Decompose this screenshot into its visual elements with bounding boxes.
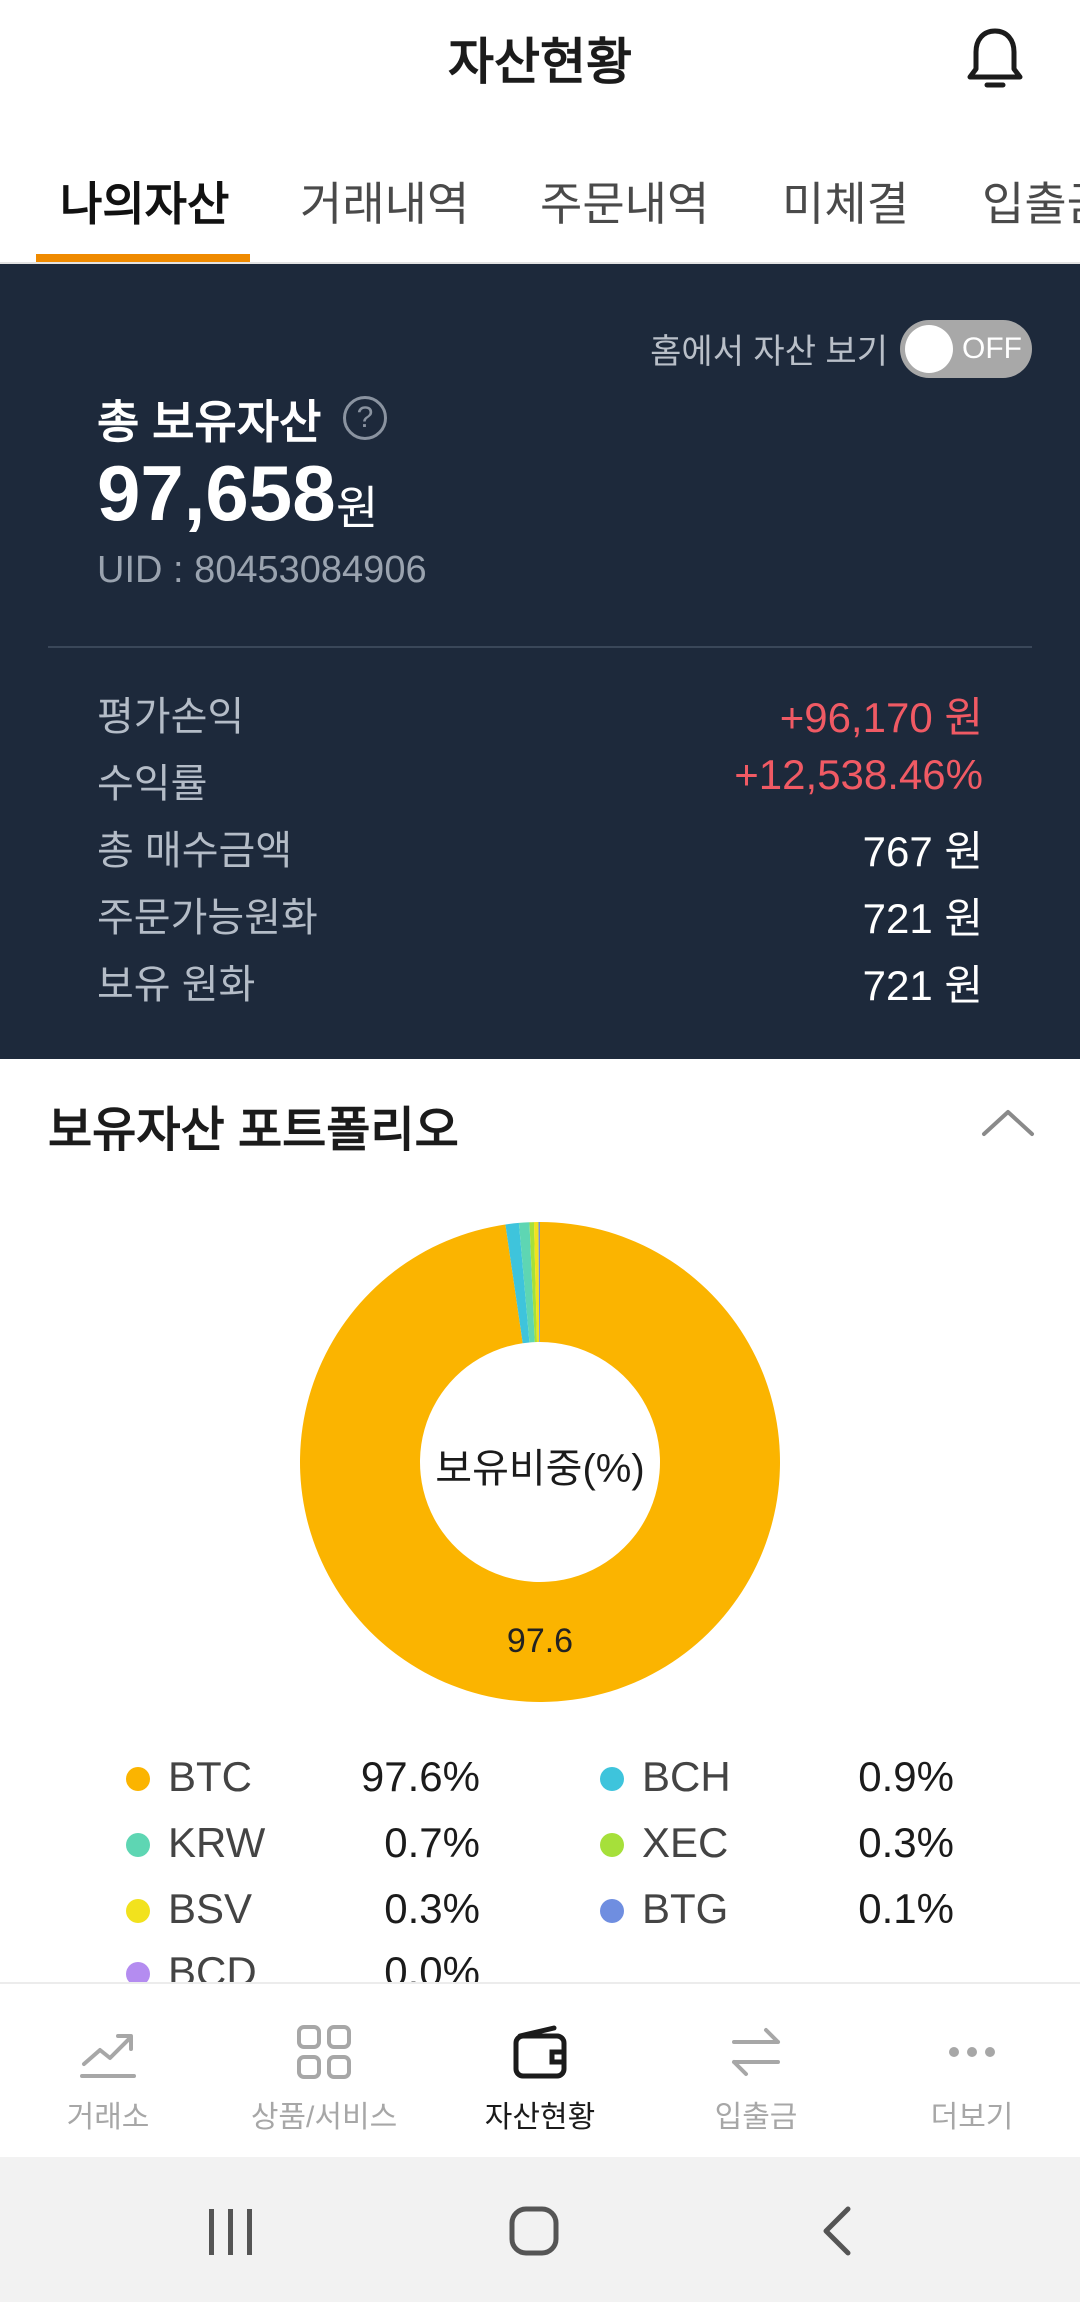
legend-pct-xec: 0.3%: [858, 1819, 954, 1866]
toggle-state-label: OFF: [962, 332, 1022, 365]
nav-assets[interactable]: 자산현황: [432, 1984, 648, 2159]
legend-name-btc: BTC: [168, 1753, 252, 1800]
tab-deposit-withdraw[interactable]: 입출금: [982, 168, 1080, 234]
legend-name-btg: BTG: [642, 1885, 729, 1932]
legend-dot-bsv: [126, 1899, 150, 1923]
nav-label-exchange: 거래소: [66, 2101, 150, 2134]
home-icon[interactable]: [508, 2205, 560, 2257]
legend-name-krw: KRW: [168, 1819, 266, 1866]
nav-products[interactable]: 상품/서비스: [216, 1984, 432, 2159]
nav-label-products: 상품/서비스: [250, 2101, 398, 2134]
legend-pct-krw: 0.7%: [384, 1819, 480, 1866]
legend-name-bsv: BSV: [168, 1885, 253, 1932]
legend-dot-btg: [600, 1899, 624, 1923]
total-assets-label: 총 보유자산: [97, 396, 322, 448]
legend-dot-btc: [126, 1767, 150, 1791]
nav-label-deposit-withdraw: 입출금: [714, 2101, 798, 2134]
legend-name-xec: XEC: [642, 1819, 729, 1866]
orderable-krw-label: 주문가능원화: [97, 896, 318, 940]
tab-active-indicator: [36, 254, 250, 262]
total-buy-label: 총 매수금액: [97, 829, 293, 873]
legend-pct-btg: 0.1%: [858, 1885, 954, 1932]
nav-label-more: 더보기: [930, 2101, 1014, 2134]
nav-deposit-withdraw[interactable]: 입출금: [648, 1984, 864, 2159]
legend-dot-bch: [600, 1767, 624, 1791]
tab-order-history[interactable]: 주문내역: [540, 168, 709, 234]
held-krw-label: 보유 원화: [97, 963, 256, 1007]
grid-icon: [297, 2025, 351, 2079]
recent-apps-icon[interactable]: [205, 2207, 257, 2257]
tab-trade-history[interactable]: 거래내역: [300, 168, 469, 234]
user-uid: UID : 80453084906: [97, 549, 427, 591]
orderable-krw-value: 721 원: [862, 895, 983, 942]
eval-pnl-label: 평가손익: [97, 695, 245, 739]
portfolio-title: 보유자산 포트폴리오: [48, 1104, 459, 1157]
home-view-label: 홈에서 자산 보기: [650, 333, 888, 371]
bottom-nav-bar: 거래소 상품/서비스 자산현황 입출금 더보기: [0, 1982, 1080, 2159]
legend-pct-btc: 97.6%: [360, 1753, 480, 1800]
donut-slice-label-btc: 97.6: [506, 1622, 574, 1660]
more-icon: [949, 2047, 995, 2057]
home-view-toggle[interactable]: OFF: [900, 320, 1032, 378]
tab-unfilled[interactable]: 미체결: [782, 168, 909, 234]
legend-name-bch: BCH: [642, 1753, 731, 1800]
tab-my-assets[interactable]: 나의자산: [60, 168, 229, 234]
asset-summary-panel: 홈에서 자산 보기 OFF 총 보유자산 ? 97,658 원 UID : 80…: [0, 264, 1080, 1059]
tab-bar: 나의자산 거래내역 주문내역 미체결 입출금: [0, 150, 1080, 264]
return-rate-value: +12,538.46%: [734, 751, 983, 798]
nav-exchange[interactable]: 거래소: [0, 1984, 216, 2159]
legend-dot-krw: [126, 1833, 150, 1857]
system-nav-bar: [0, 2157, 1080, 2302]
total-buy-value: 767 원: [862, 828, 983, 875]
page-title: 자산현황: [448, 34, 632, 90]
return-rate-label: 수익률: [97, 762, 208, 806]
held-krw-value: 721 원: [862, 962, 983, 1009]
toggle-knob: [905, 325, 953, 373]
app-header: 자산현황: [0, 0, 1080, 110]
nav-more[interactable]: 더보기: [864, 1984, 1080, 2159]
help-icon[interactable]: ?: [343, 396, 387, 440]
wallet-icon: [513, 2025, 567, 2079]
chart-line-icon: [80, 2034, 136, 2078]
back-icon[interactable]: [818, 2205, 858, 2257]
eval-pnl-value: +96,170 원: [779, 694, 983, 741]
legend-pct-bch: 0.9%: [858, 1753, 954, 1800]
legend-dot-xec: [600, 1833, 624, 1857]
chevron-up-icon[interactable]: [980, 1102, 1036, 1142]
bell-icon[interactable]: [963, 25, 1027, 97]
legend-pct-bsv: 0.3%: [384, 1885, 480, 1932]
summary-divider: [48, 646, 1032, 648]
transfer-icon: [732, 2028, 780, 2076]
total-assets-value: 97,658: [97, 449, 336, 537]
total-assets-unit: 원: [336, 482, 379, 534]
nav-label-assets: 자산현황: [484, 2101, 596, 2134]
donut-center-label: 보유비중(%): [435, 1447, 645, 1491]
